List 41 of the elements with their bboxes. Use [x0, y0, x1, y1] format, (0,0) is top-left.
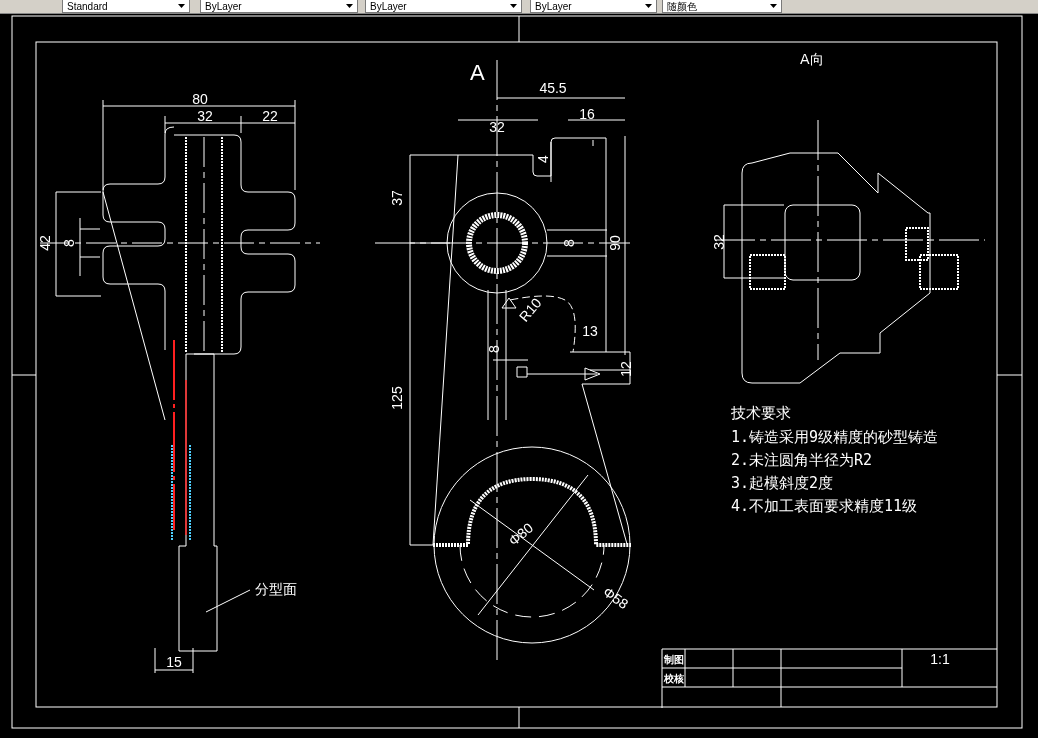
- technical-note: 2.未注圆角半径为R2: [731, 451, 873, 469]
- property-dropdown[interactable]: ByLayer: [530, 0, 657, 13]
- property-dropdown[interactable]: ByLayer: [365, 0, 522, 13]
- dimension-label: 125: [389, 386, 405, 410]
- view-title: A向: [800, 51, 824, 67]
- dimension-label: 22: [262, 108, 278, 124]
- dimension-label: 8: [486, 345, 502, 353]
- caret-icon: [510, 4, 517, 8]
- property-dropdown[interactable]: 随颜色: [662, 0, 782, 13]
- technical-note: 3.起模斜度2度: [731, 474, 834, 492]
- property-dropdown[interactable]: ByLayer: [200, 0, 358, 13]
- caret-icon: [770, 4, 777, 8]
- technical-note: 4.不加工表面要求精度11级: [731, 497, 918, 515]
- dimension-label: 13: [582, 323, 598, 339]
- dimension-label: 8: [61, 239, 77, 247]
- notes-title: 技术要求: [731, 404, 791, 422]
- dimension-label: 16: [579, 106, 595, 122]
- caret-icon: [346, 4, 353, 8]
- dimension-label: 4: [535, 155, 551, 163]
- view-mark-label: A: [470, 60, 485, 85]
- dimension-label: Φ80: [505, 519, 537, 549]
- dimension-label: 8: [561, 239, 577, 247]
- dimension-label: 12: [618, 361, 634, 377]
- dimension-label: 42: [37, 235, 53, 251]
- dimension-label: 45.5: [539, 80, 567, 96]
- dimension-label: 80: [192, 91, 208, 107]
- dimension-label: 32: [197, 108, 213, 124]
- scale-value: 1:1: [930, 651, 950, 667]
- caret-icon: [645, 4, 652, 8]
- dimension-label: 32: [711, 234, 727, 250]
- caret-icon: [178, 4, 185, 8]
- property-dropdown[interactable]: Standard: [62, 0, 190, 13]
- technical-note: 1.铸造采用9级精度的砂型铸造: [731, 428, 939, 446]
- dimension-label: 15: [166, 654, 182, 670]
- dimension-label: 32: [489, 119, 505, 135]
- dimension-label: 90: [607, 235, 623, 251]
- parting-line-label: 分型面: [255, 581, 297, 597]
- dimension-label: Φ58: [600, 583, 632, 613]
- title-block-label: 制图: [664, 654, 684, 665]
- title-block-label: 校核: [664, 673, 684, 684]
- dimension-label: 37: [389, 190, 405, 206]
